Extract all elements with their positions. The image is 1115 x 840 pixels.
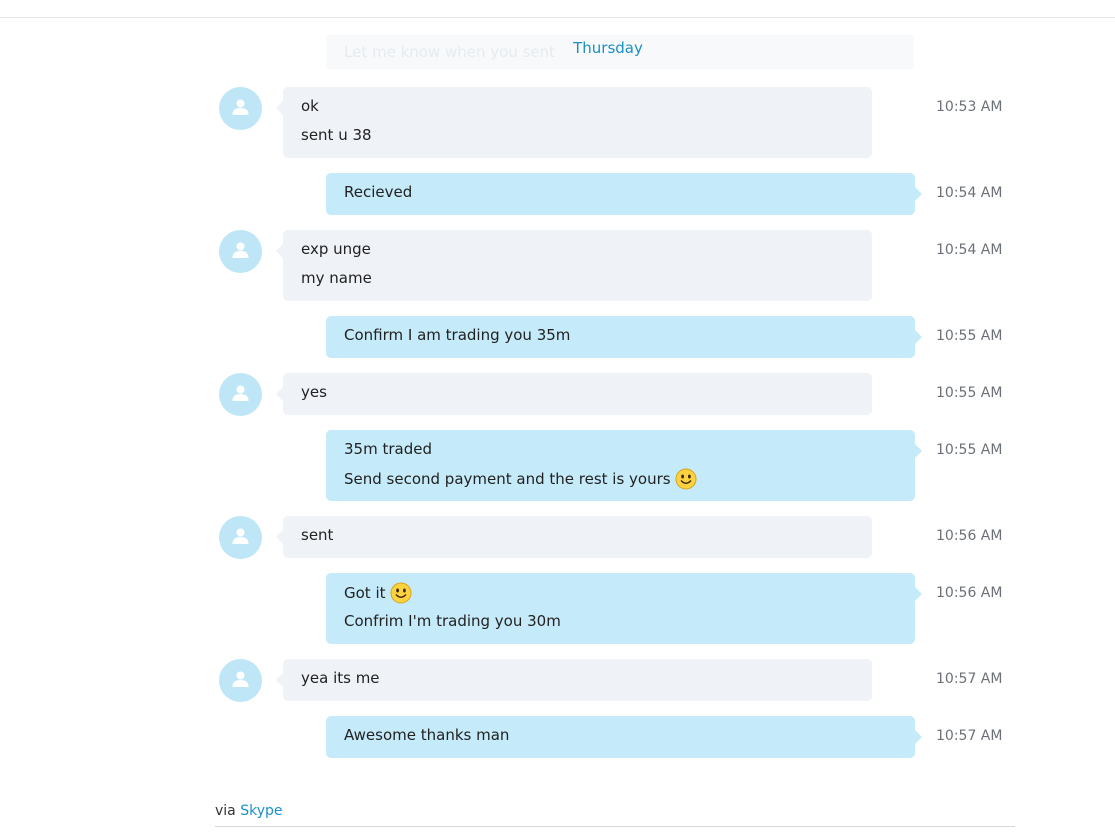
message-text: Got it [344, 584, 386, 602]
contact-avatar[interactable] [219, 373, 262, 416]
message-timestamp: 10:53 AM [936, 99, 1003, 115]
contact-avatar[interactable] [219, 659, 262, 702]
message-line: 35m traded [344, 440, 432, 458]
message-line: exp unge [301, 240, 371, 258]
footer-attribution: via Skype [215, 803, 283, 819]
message-text: Send second payment and the rest is your… [344, 470, 671, 488]
message-line: Confirm I am trading you 35m [344, 326, 571, 344]
message-line: ok [301, 97, 319, 115]
message-line: yea its me [301, 669, 380, 687]
message-timestamp: 10:56 AM [936, 585, 1003, 601]
incoming-message-bubble[interactable]: yea its me [276, 659, 872, 701]
top-divider [0, 17, 1115, 18]
outgoing-message-bubble[interactable]: 35m traded Send second payment and the r… [326, 430, 922, 501]
outgoing-message-bubble[interactable]: Recieved [326, 173, 922, 215]
incoming-message-bubble[interactable]: ok sent u 38 [276, 87, 872, 158]
outgoing-message-bubble[interactable]: Got it Confrim I'm trading you 30m [326, 573, 922, 644]
message-line-with-emoji: Send second payment and the rest is your… [344, 468, 897, 497]
message-timestamp: 10:57 AM [936, 728, 1003, 744]
date-separator: Thursday [573, 39, 643, 57]
message-timestamp: 10:54 AM [936, 185, 1003, 201]
incoming-message-bubble[interactable]: yes [276, 373, 872, 415]
outgoing-message-bubble[interactable]: Awesome thanks man [326, 716, 922, 758]
bottom-divider [215, 826, 1015, 827]
outgoing-message-bubble[interactable]: Confirm I am trading you 35m [326, 316, 922, 358]
user-icon [232, 528, 249, 544]
incoming-message-bubble[interactable]: exp unge my name [276, 230, 872, 301]
smile-emoji-icon[interactable] [390, 582, 412, 604]
contact-avatar[interactable] [219, 87, 262, 130]
message-timestamp: 10:54 AM [936, 242, 1003, 258]
message-line: sent [301, 526, 334, 544]
user-icon [232, 99, 249, 115]
message-line: my name [301, 269, 372, 287]
user-icon [232, 385, 249, 401]
message-timestamp: 10:57 AM [936, 671, 1003, 687]
incoming-message-bubble[interactable]: sent [276, 516, 872, 558]
skype-link[interactable]: Skype [240, 803, 282, 819]
message-line: Recieved [344, 183, 413, 201]
message-timestamp: 10:55 AM [936, 442, 1003, 458]
contact-avatar[interactable] [219, 230, 262, 273]
user-icon [232, 671, 249, 687]
message-timestamp: 10:55 AM [936, 328, 1003, 344]
user-icon [232, 242, 249, 258]
message-line: Confrim I'm trading you 30m [344, 612, 561, 630]
message-line: sent u 38 [301, 126, 372, 144]
smile-emoji-icon[interactable] [675, 468, 697, 490]
message-timestamp: 10:55 AM [936, 385, 1003, 401]
contact-avatar[interactable] [219, 516, 262, 559]
message-line: Awesome thanks man [344, 726, 510, 744]
message-line: yes [301, 383, 327, 401]
message-line-with-emoji: Got it [344, 582, 897, 611]
footer-via-text: via [215, 803, 236, 819]
message-timestamp: 10:56 AM [936, 528, 1003, 544]
